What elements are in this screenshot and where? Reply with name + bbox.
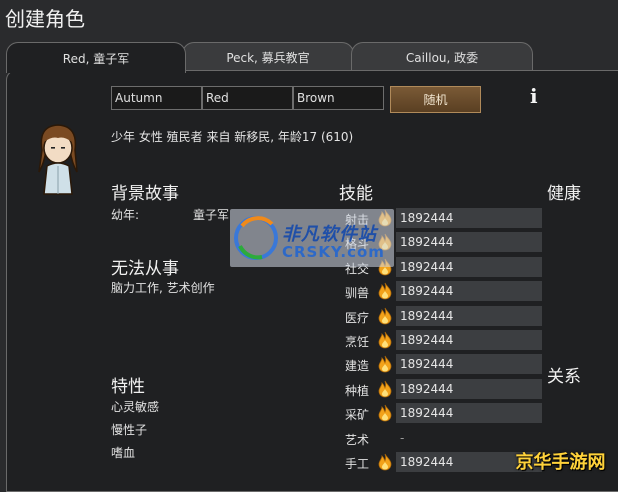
health-title: 健康 — [547, 184, 581, 204]
childhood-backstory[interactable]: 童子军 — [193, 206, 229, 223]
relations-title: 关系 — [547, 367, 581, 387]
incapable-list: 脑力工作, 艺术创作 — [111, 281, 215, 295]
tab-label: Red, 童子军 — [62, 51, 130, 66]
skill-name: 医疗 — [344, 311, 369, 325]
skills-title: 技能 — [339, 184, 373, 204]
trait-item[interactable]: 心灵敏感 — [111, 398, 159, 415]
tab-pawn-1[interactable]: Red, 童子军 — [6, 42, 186, 73]
flame-icon — [378, 282, 392, 300]
skill-level-bar: 1892444 — [396, 281, 542, 301]
skill-name: 烹饪 — [344, 335, 369, 349]
tab-pawn-2[interactable]: Peck, 募兵教官 — [182, 42, 354, 71]
flame-icon — [378, 331, 392, 349]
nickname-field[interactable] — [202, 86, 293, 110]
skill-name: 艺术 — [344, 433, 369, 447]
skill-name: 驯兽 — [344, 286, 369, 300]
backstory-title: 背景故事 — [111, 184, 179, 204]
tab-label: Caillou, 政委 — [405, 50, 479, 65]
skill-level-bar: 1892444 — [396, 354, 542, 374]
traits-title: 特性 — [111, 377, 145, 397]
flame-icon — [378, 404, 392, 422]
skill-name: 手工 — [344, 457, 369, 471]
skill-name: 采矿 — [344, 408, 369, 422]
skill-level-bar: 1892444 — [396, 257, 542, 277]
tab-pawn-3[interactable]: Caillou, 政委 — [351, 42, 533, 71]
skill-disabled-value: - — [400, 431, 405, 445]
info-icon[interactable]: i — [530, 84, 538, 108]
skill-level-bar: 1892444 — [396, 330, 542, 350]
flame-icon — [378, 453, 392, 471]
skill-level-bar: 1892444 — [396, 208, 542, 228]
skill-level-bar: 1892444 — [396, 403, 542, 423]
last-name-field[interactable] — [293, 86, 384, 110]
skill-level-bar: 1892444 — [396, 232, 542, 252]
first-name-field[interactable] — [111, 86, 202, 110]
incapable-title: 无法从事 — [111, 259, 179, 279]
skill-name: 种植 — [344, 384, 369, 398]
pawn-portrait — [38, 124, 78, 195]
page-title: 创建角色 — [5, 7, 85, 31]
flame-icon — [378, 355, 392, 373]
trait-item[interactable]: 慢性子 — [111, 421, 147, 438]
pawn-description: 少年 女性 殖民者 来自 新移民, 年龄17 (610) — [111, 130, 354, 144]
flame-icon — [378, 307, 392, 325]
randomize-button[interactable]: 随机 — [390, 86, 481, 113]
trait-item[interactable]: 嗜血 — [111, 444, 135, 461]
corner-watermark: 京华手游网 — [515, 452, 606, 473]
tab-label: Peck, 募兵教官 — [226, 50, 310, 65]
flame-icon — [378, 380, 392, 398]
watermark-logo — [234, 216, 278, 260]
skill-name: 建造 — [344, 359, 369, 373]
childhood-label: 幼年: — [111, 208, 140, 222]
skill-level-bar: 1892444 — [396, 306, 542, 326]
skill-level-bar: 1892444 — [396, 379, 542, 399]
watermark-url: CRSKY.com — [282, 243, 385, 261]
